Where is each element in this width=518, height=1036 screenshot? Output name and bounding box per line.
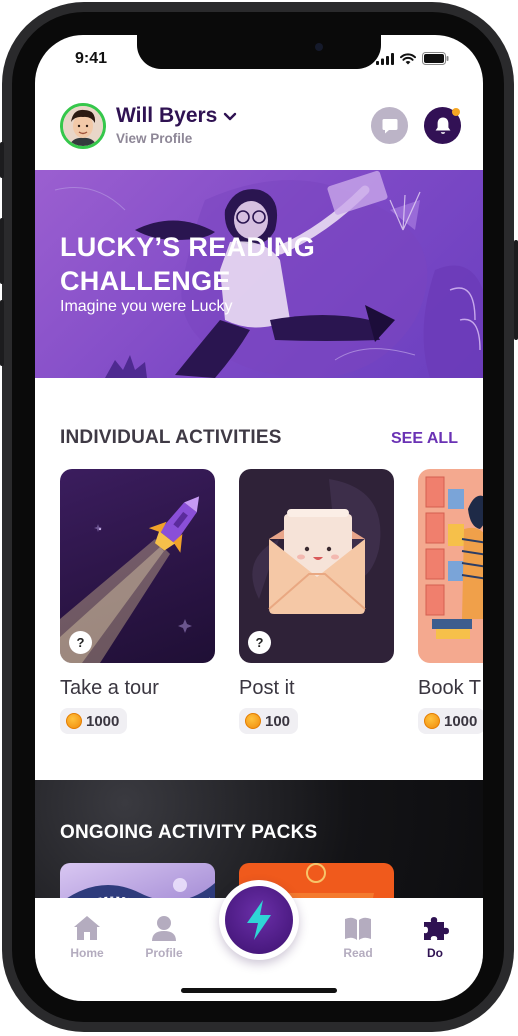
action-button-inner: [225, 886, 293, 954]
tab-read[interactable]: Read: [323, 914, 393, 960]
activity-packs-title: ONGOING ACTIVITY PACKS: [60, 822, 318, 843]
volume-down-button: [0, 300, 4, 366]
wifi-icon: [400, 52, 416, 64]
signal-icon: [376, 52, 394, 65]
coin-reward: 100: [239, 708, 299, 734]
chevron-down-icon[interactable]: [223, 112, 237, 121]
banner-title: LUCKY’S READING CHALLENGE: [60, 232, 316, 296]
app-screen: 9:41 Will Byers View Profile LUCKY’S REA…: [35, 35, 483, 1001]
coin-icon: [66, 713, 82, 729]
tab-label: Do: [427, 946, 443, 960]
notch: [137, 35, 381, 69]
help-badge[interactable]: ?: [69, 631, 92, 654]
profile-header: Will Byers View Profile: [35, 95, 483, 170]
coin-amount: 1000: [444, 712, 478, 730]
activity-card-post-it[interactable]: ? Post it 100: [239, 469, 394, 734]
avatar-portrait: [63, 106, 103, 146]
home-indicator: [181, 988, 337, 993]
activity-title: Post it: [239, 677, 295, 699]
reading-challenge-banner[interactable]: LUCKY’S READING CHALLENGE Imagine you we…: [35, 170, 483, 378]
coin-reward: 1000: [418, 708, 483, 734]
activity-card-book[interactable]: Book T 1000: [418, 469, 483, 734]
notifications-button[interactable]: [424, 107, 461, 144]
bottom-tab-bar: Home Profile Read Do: [35, 880, 483, 1001]
power-button: [514, 240, 518, 340]
notification-dot: [452, 108, 460, 116]
tab-label: Profile: [145, 946, 183, 960]
activity-title: Book T: [418, 677, 481, 699]
phone-device: 9:41 Will Byers View Profile LUCKY’S REA…: [0, 0, 518, 1036]
view-profile-link[interactable]: View Profile: [116, 131, 192, 146]
banner-subtitle: Imagine you were Lucky: [60, 298, 233, 315]
status-time: 9:41: [75, 50, 108, 67]
individual-activities-title: INDIVIDUAL ACTIVITIES: [60, 427, 282, 448]
user-name-row[interactable]: Will Byers: [116, 104, 237, 128]
activity-card-take-a-tour[interactable]: ? Take a tour 1000: [60, 469, 215, 734]
coin-amount: 100: [265, 712, 291, 730]
chat-icon: [382, 118, 397, 133]
action-button[interactable]: [219, 880, 299, 960]
activity-card-image: [418, 469, 483, 663]
see-all-link[interactable]: SEE ALL: [391, 430, 458, 448]
coin-icon: [424, 713, 440, 729]
mute-switch: [0, 142, 4, 178]
battery-icon: [422, 52, 449, 65]
avatar[interactable]: [60, 103, 106, 149]
tab-do[interactable]: Do: [400, 914, 470, 960]
user-name: Will Byers: [116, 104, 218, 127]
volume-up-button: [0, 218, 4, 284]
front-camera: [315, 43, 323, 51]
home-icon: [74, 916, 100, 940]
tab-label: Read: [343, 946, 373, 960]
status-icons: [376, 52, 449, 65]
book-icon: [345, 917, 371, 940]
coin-amount: 1000: [86, 712, 120, 730]
coin-icon: [245, 713, 261, 729]
bell-icon: [435, 117, 450, 134]
activity-title: Take a tour: [60, 677, 159, 699]
lightning-icon: [247, 900, 271, 940]
messages-button[interactable]: [371, 107, 408, 144]
person-icon: [152, 916, 176, 941]
tab-profile[interactable]: Profile: [129, 914, 199, 960]
tab-home[interactable]: Home: [52, 914, 122, 960]
coin-reward: 1000: [60, 708, 128, 734]
activity-card-image: ?: [239, 469, 394, 663]
puzzle-icon: [424, 917, 449, 940]
activity-card-image: ?: [60, 469, 215, 663]
bookshelf-illustration: [425, 476, 483, 639]
help-badge[interactable]: ?: [248, 631, 271, 654]
tab-label: Home: [70, 946, 104, 960]
